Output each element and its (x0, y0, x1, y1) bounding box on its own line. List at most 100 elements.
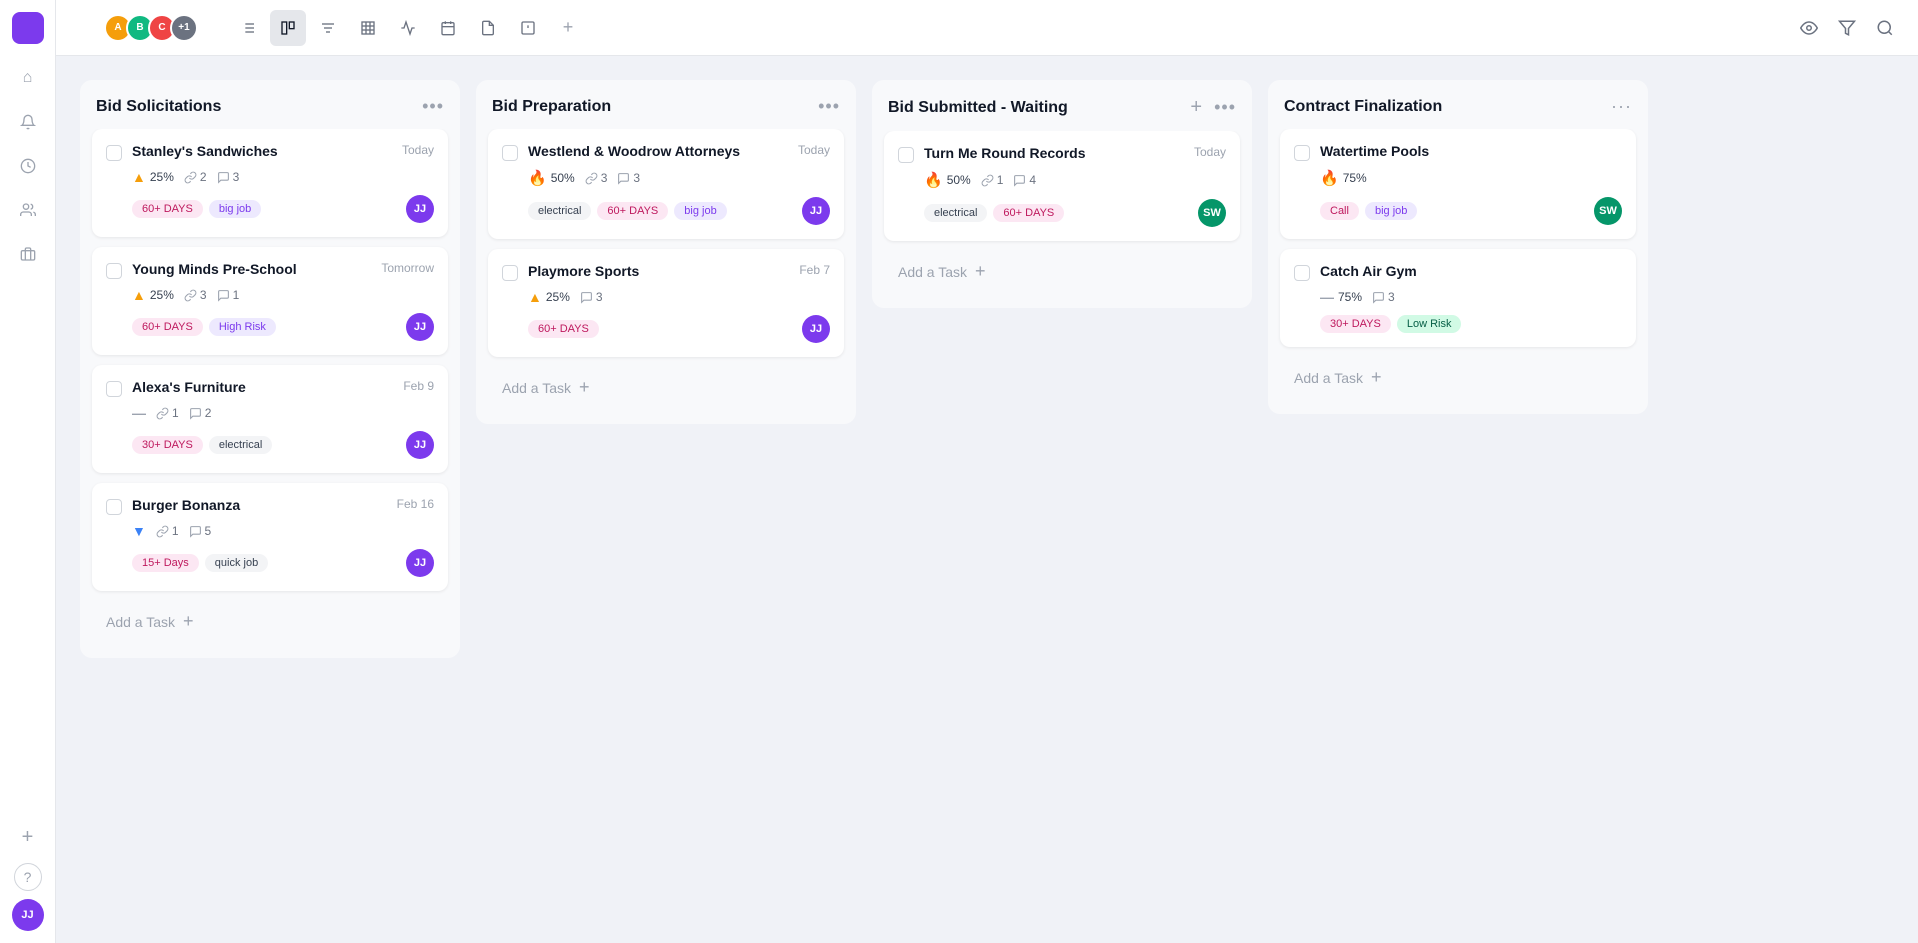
add-task-bid-solicitations[interactable]: Add a Task + (92, 601, 448, 642)
card-comments-catch-air-gym: 3 (1372, 290, 1395, 304)
column-menu-contract-finalization[interactable]: ··· (1611, 96, 1632, 117)
card-title-stanleys-sandwiches: Stanley's Sandwiches (132, 143, 394, 159)
card-tags-alexas-furniture: 30+ DAYSelectrical (132, 436, 272, 454)
tag-low-risk: Low Risk (1397, 315, 1462, 333)
card-checkbox-watertime-pools[interactable] (1294, 145, 1310, 161)
card-top-watertime-pools: Watertime Pools (1294, 143, 1622, 161)
card-checkbox-westlend-woodrow[interactable] (502, 145, 518, 161)
search-icon[interactable] (1876, 19, 1894, 37)
eye-icon[interactable] (1800, 19, 1818, 37)
card-date-alexas-furniture: Feb 9 (403, 379, 434, 393)
list-view-button[interactable] (230, 10, 266, 46)
people-icon[interactable] (10, 192, 46, 228)
column-menu-bid-solicitations[interactable]: ••• (422, 96, 444, 117)
card-title-catch-air-gym: Catch Air Gym (1320, 263, 1622, 279)
column-body-contract-finalization: Watertime Pools 🔥 75% Callbig job SW (1268, 129, 1648, 414)
briefcase-icon[interactable] (10, 236, 46, 272)
card-priority-playmore-sports: ▲ 25% (528, 289, 570, 305)
card-tags-watertime-pools: Callbig job (1320, 202, 1417, 220)
card-checkbox-catch-air-gym[interactable] (1294, 265, 1310, 281)
card-date-westlend-woodrow: Today (798, 143, 830, 157)
card-date-turn-me-round-records: Today (1194, 145, 1226, 159)
card-title-westlend-woodrow: Westlend & Woodrow Attorneys (528, 143, 790, 159)
avatar-count[interactable]: +1 (170, 14, 198, 42)
column-bid-preparation: Bid Preparation ••• Westlend & Woodrow A… (476, 80, 856, 424)
column-header-bid-solicitations: Bid Solicitations ••• (80, 80, 460, 129)
card-links-alexas-furniture: 1 (156, 406, 179, 420)
card-top-stanleys-sandwiches: Stanley's Sandwiches Today (106, 143, 434, 161)
card-comments-turn-me-round-records: 4 (1013, 173, 1036, 187)
tag-electrical: electrical (528, 202, 591, 220)
user-avatar[interactable]: JJ (12, 899, 44, 931)
column-body-bid-preparation: Westlend & Woodrow Attorneys Today 🔥 50%… (476, 129, 856, 424)
tag-15+-days: 15+ Days (132, 554, 199, 572)
add-task-contract-finalization[interactable]: Add a Task + (1280, 357, 1636, 398)
card-comments-burger-bonanza: 5 (189, 524, 212, 538)
notification-icon[interactable] (10, 104, 46, 140)
card-catch-air-gym[interactable]: Catch Air Gym — 75% 3 30+ DAYSLow Risk (1280, 249, 1636, 347)
main-content: A B C +1 (56, 0, 1918, 943)
card-date-young-minds-preschool: Tomorrow (381, 261, 434, 275)
filter-view-button[interactable] (310, 10, 346, 46)
card-turn-me-round-records[interactable]: Turn Me Round Records Today 🔥 50% 1 4 el… (884, 131, 1240, 241)
card-alexas-furniture[interactable]: Alexa's Furniture Feb 9 — 1 2 30+ DAYSel… (92, 365, 448, 473)
column-menu-bid-preparation[interactable]: ••• (818, 96, 840, 117)
card-avatar-watertime-pools: SW (1594, 197, 1622, 225)
card-checkbox-alexas-furniture[interactable] (106, 381, 122, 397)
card-links-westlend-woodrow: 3 (585, 171, 608, 185)
help-icon[interactable]: ? (14, 863, 42, 891)
home-icon[interactable]: ⌂ (10, 60, 46, 96)
kanban-board: Bid Solicitations ••• Stanley's Sandwich… (56, 56, 1918, 943)
sidebar: ⌂ + ? JJ (0, 0, 56, 943)
card-watertime-pools[interactable]: Watertime Pools 🔥 75% Callbig job SW (1280, 129, 1636, 239)
history-icon[interactable] (10, 148, 46, 184)
card-checkbox-stanleys-sandwiches[interactable] (106, 145, 122, 161)
add-task-label-contract-finalization: Add a Task (1294, 370, 1363, 386)
funnel-icon[interactable] (1838, 19, 1856, 37)
card-tags-catch-air-gym: 30+ DAYSLow Risk (1320, 315, 1461, 333)
info-view-button[interactable] (510, 10, 546, 46)
card-priority-alexas-furniture: — (132, 405, 146, 421)
header-actions (1800, 19, 1894, 37)
app-logo[interactable] (12, 12, 44, 44)
card-burger-bonanza[interactable]: Burger Bonanza Feb 16 ▼ 1 5 15+ Daysquic… (92, 483, 448, 591)
add-icon[interactable]: + (10, 819, 46, 855)
card-checkbox-young-minds-preschool[interactable] (106, 263, 122, 279)
add-task-icon-bid-submitted-waiting: + (975, 261, 986, 282)
card-westlend-woodrow[interactable]: Westlend & Woodrow Attorneys Today 🔥 50%… (488, 129, 844, 239)
chart-view-button[interactable] (390, 10, 426, 46)
card-checkbox-burger-bonanza[interactable] (106, 499, 122, 515)
add-column-icon[interactable]: + (1190, 96, 1202, 119)
card-checkbox-playmore-sports[interactable] (502, 265, 518, 281)
calendar-view-button[interactable] (430, 10, 466, 46)
card-comments-alexas-furniture: 2 (189, 406, 212, 420)
board-view-button[interactable] (270, 10, 306, 46)
card-comments-stanleys-sandwiches: 3 (217, 170, 240, 184)
card-stanleys-sandwiches[interactable]: Stanley's Sandwiches Today ▲ 25% 2 3 60+… (92, 129, 448, 237)
table-view-button[interactable] (350, 10, 386, 46)
add-task-bid-preparation[interactable]: Add a Task + (488, 367, 844, 408)
add-view-button[interactable]: + (550, 10, 586, 46)
card-title-young-minds-preschool: Young Minds Pre-School (132, 261, 373, 277)
add-task-bid-submitted-waiting[interactable]: Add a Task + (884, 251, 1240, 292)
tag-60+-days: 60+ DAYS (597, 202, 668, 220)
card-checkbox-turn-me-round-records[interactable] (898, 147, 914, 163)
card-comments-young-minds-preschool: 1 (217, 288, 240, 302)
tag-60+-days: 60+ DAYS (132, 200, 203, 218)
card-young-minds-preschool[interactable]: Young Minds Pre-School Tomorrow ▲ 25% 3 … (92, 247, 448, 355)
card-tags-westlend-woodrow: electrical60+ DAYSbig job (528, 202, 727, 220)
card-links-stanleys-sandwiches: 2 (184, 170, 207, 184)
doc-view-button[interactable] (470, 10, 506, 46)
card-tags-burger-bonanza: 15+ Days quick job (132, 554, 268, 572)
card-tags-stanleys-sandwiches: 60+ DAYSbig job (132, 200, 261, 218)
tag-60+-days: 60+ DAYS (993, 204, 1064, 222)
tag-60+-days: 60+ DAYS (132, 318, 203, 336)
card-title-watertime-pools: Watertime Pools (1320, 143, 1622, 159)
card-date-stanleys-sandwiches: Today (402, 143, 434, 157)
card-avatar-stanleys-sandwiches: JJ (406, 195, 434, 223)
column-menu-bid-submitted-waiting[interactable]: ••• (1214, 97, 1236, 118)
card-playmore-sports[interactable]: Playmore Sports Feb 7 ▲ 25% 3 60+ DAYS J… (488, 249, 844, 357)
column-contract-finalization: Contract Finalization ··· Watertime Pool… (1268, 80, 1648, 414)
tag-quick-job: quick job (205, 554, 268, 572)
add-task-label-bid-solicitations: Add a Task (106, 614, 175, 630)
